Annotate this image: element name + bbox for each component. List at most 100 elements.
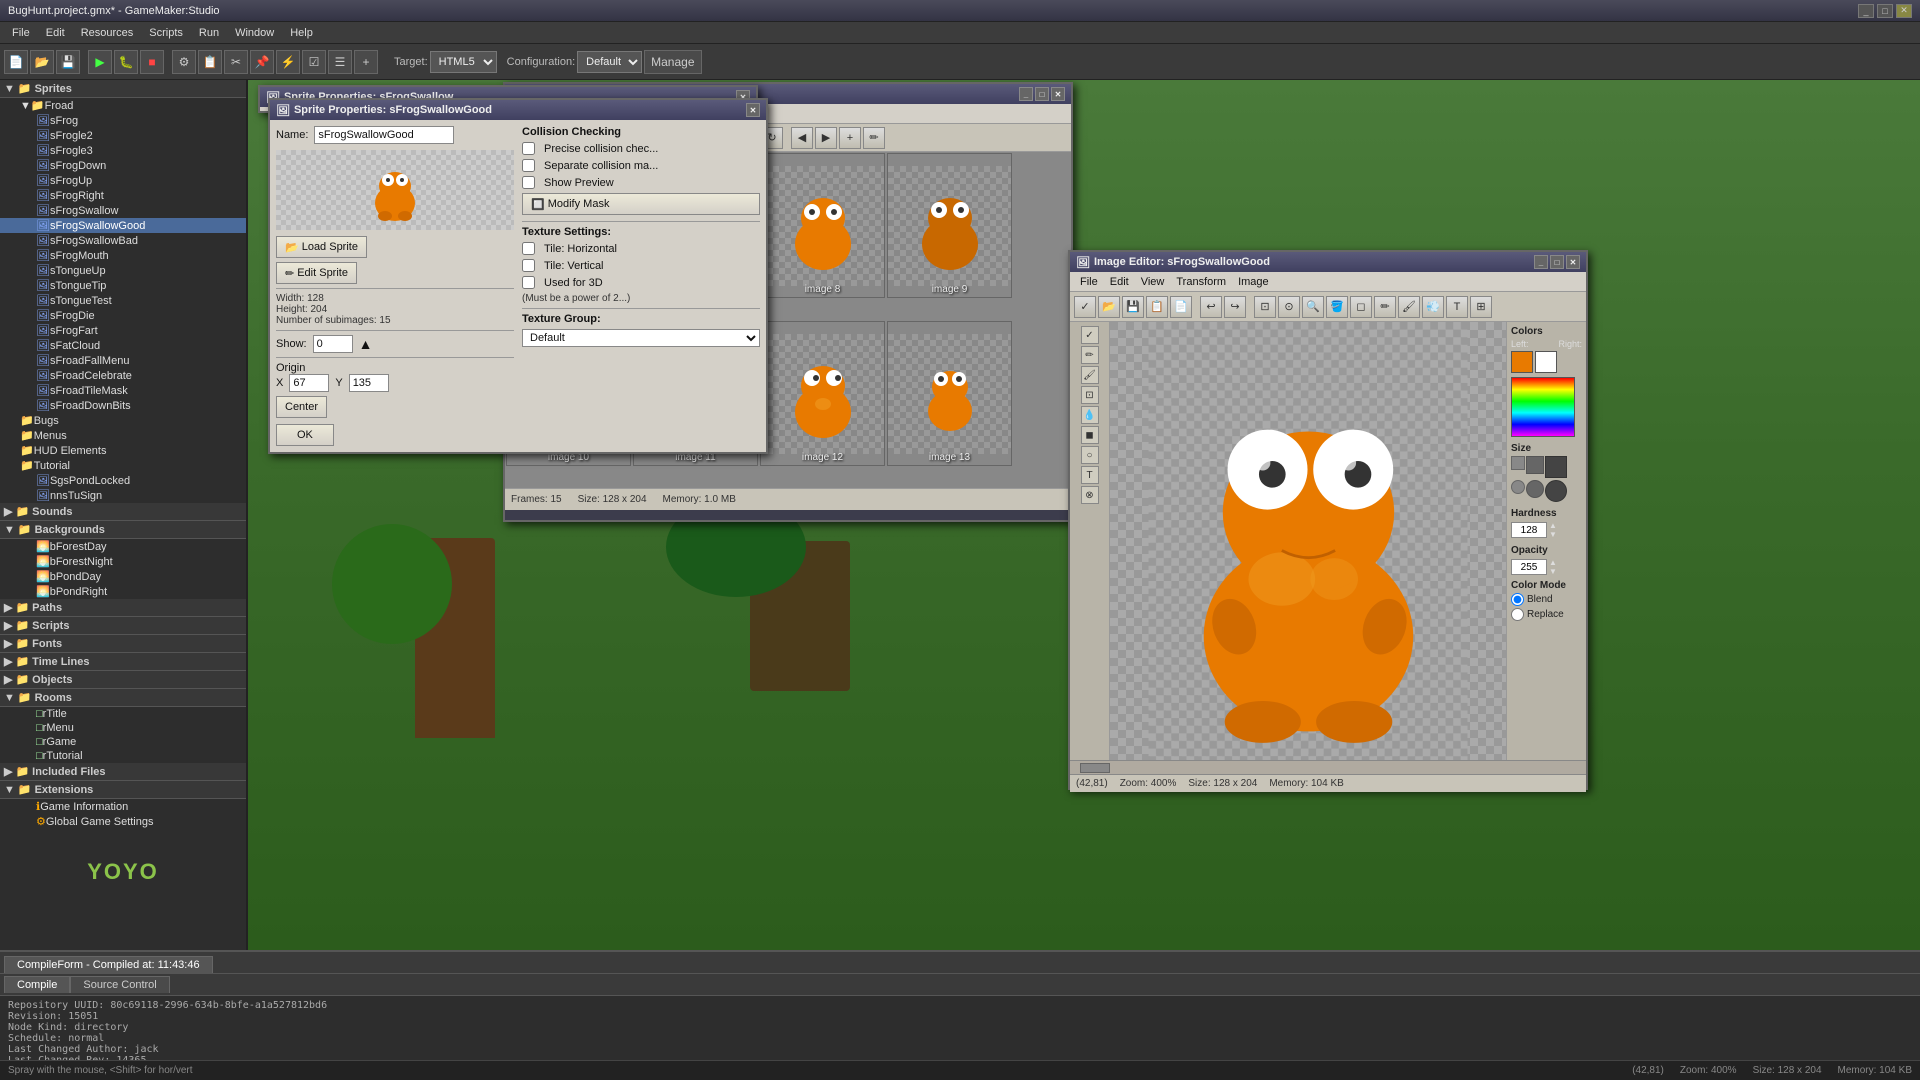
tree-globalgame[interactable]: ⚙ Global Game Settings	[0, 814, 246, 829]
ie-min[interactable]: _	[1534, 255, 1548, 269]
target-select[interactable]: HTML5	[430, 51, 497, 73]
sp-inner-close[interactable]: ✕	[746, 103, 760, 117]
ie-menu-file[interactable]: File	[1074, 275, 1104, 289]
save-btn[interactable]: 💾	[56, 50, 80, 74]
load-sprite-btn[interactable]: 📂 Load Sprite	[276, 236, 367, 258]
image-editor-canvas[interactable]	[1110, 322, 1506, 760]
tree-bpondday[interactable]: 🌅 bPondDay	[0, 569, 246, 584]
tree-bpondright[interactable]: 🌅 bPondRight	[0, 584, 246, 599]
tree-rtutorial[interactable]: □ rTutorial	[0, 749, 246, 763]
size-circle-lg[interactable]	[1545, 480, 1567, 502]
tree-sfrogfart[interactable]: 🖼 sFrogFart	[0, 323, 246, 338]
menu-file[interactable]: File	[4, 25, 38, 41]
se-close[interactable]: ✕	[1051, 87, 1065, 101]
minimize-btn[interactable]: _	[1858, 4, 1874, 18]
ie-tool-zoom[interactable]: 🔍	[1302, 296, 1324, 318]
modify-mask-btn[interactable]: 🔲 Modify Mask	[522, 193, 760, 215]
tree-sfrogswallow[interactable]: 🖼 sFrogSwallow	[0, 203, 246, 218]
ie-left-tool-3[interactable]: 🖌	[1081, 366, 1099, 384]
edit-sprite-btn[interactable]: ✏ Edit Sprite	[276, 262, 357, 284]
ie-tool-fill[interactable]: 🪣	[1326, 296, 1348, 318]
tree-sfrogright[interactable]: 🖼 sFrogRight	[0, 188, 246, 203]
se-tool-edit[interactable]: ✏	[863, 127, 885, 149]
ie-left-tool-4[interactable]: ⊡	[1081, 386, 1099, 404]
ie-menu-transform[interactable]: Transform	[1170, 275, 1232, 289]
sprite-frame-6[interactable]: image 12	[760, 321, 885, 466]
tree-stongueup[interactable]: 🖼 sTongueUp	[0, 263, 246, 278]
ie-tool-undo[interactable]: ↩	[1200, 296, 1222, 318]
tree-sfrogswallowgood[interactable]: 🖼 sFrogSwallowGood	[0, 218, 246, 233]
ie-close[interactable]: ✕	[1566, 255, 1580, 269]
menu-scripts[interactable]: Scripts	[141, 25, 191, 41]
ie-left-tool-8[interactable]: T	[1081, 466, 1099, 484]
ie-left-tool-1[interactable]: ✓	[1081, 326, 1099, 344]
origin-y-input[interactable]	[349, 374, 389, 392]
sprite-frame-3[interactable]: image 9	[887, 153, 1012, 298]
hardness-input[interactable]	[1511, 522, 1547, 538]
ok-btn[interactable]: OK	[276, 424, 334, 446]
ie-tool-grid[interactable]: ⊞	[1470, 296, 1492, 318]
scrollbar-thumb[interactable]	[1080, 763, 1110, 773]
tree-sfrogmouth[interactable]: 🖼 sFrogMouth	[0, 248, 246, 263]
ie-left-tool-6[interactable]: ◼	[1081, 426, 1099, 444]
tree-sfrog[interactable]: 🖼 sFrog	[0, 113, 246, 128]
tree-menus[interactable]: 📁 Menus	[0, 428, 246, 443]
ie-left-tool-5[interactable]: 💧	[1081, 406, 1099, 424]
tree-rmenu[interactable]: □ rMenu	[0, 721, 246, 735]
sprite-props-inner-titlebar[interactable]: 🖼 Sprite Properties: sFrogSwallowGood ✕	[270, 100, 766, 120]
size-circle-md[interactable]	[1526, 480, 1544, 498]
tool6[interactable]: ☑	[302, 50, 326, 74]
blend-radio[interactable]	[1511, 593, 1524, 606]
tool7[interactable]: ☰	[328, 50, 352, 74]
tree-nnstusign[interactable]: 🖼 nnsTuSign	[0, 488, 246, 503]
hardness-down[interactable]: ▼	[1549, 530, 1557, 539]
sprite-frame-7[interactable]: image 13	[887, 321, 1012, 466]
show-spin-up[interactable]: ▲	[359, 336, 373, 352]
se-min[interactable]: _	[1019, 87, 1033, 101]
open-btn[interactable]: 📂	[30, 50, 54, 74]
center-btn[interactable]: Center	[276, 396, 327, 418]
tree-rtitle[interactable]: □ rTitle	[0, 707, 246, 721]
tool1[interactable]: ⚙	[172, 50, 196, 74]
separate-checkbox[interactable]	[522, 159, 535, 172]
tree-sfdownbits[interactable]: 🖼 sFroadDownBits	[0, 398, 246, 413]
hardness-up[interactable]: ▲	[1549, 521, 1557, 530]
se-tool-prev[interactable]: ◀	[791, 127, 813, 149]
tool3[interactable]: ✂	[224, 50, 248, 74]
sprites-group[interactable]: ▼ 📁 Sprites	[0, 80, 246, 98]
tab-source-control[interactable]: Source Control	[70, 976, 169, 993]
rooms-group[interactable]: ▼ 📁 Rooms	[0, 689, 246, 707]
tree-rgame[interactable]: □ rGame	[0, 735, 246, 749]
tree-sfcelebrate[interactable]: 🖼 sFroadCelebrate	[0, 368, 246, 383]
tree-sfatcloud[interactable]: 🖼 sFatCloud	[0, 338, 246, 353]
tree-sfrogle3[interactable]: 🖼 sFrogle3	[0, 143, 246, 158]
tree-stonguetip[interactable]: 🖼 sTongueTip	[0, 278, 246, 293]
sounds-group[interactable]: ▶ 📁 Sounds	[0, 503, 246, 521]
menu-help[interactable]: Help	[282, 25, 321, 41]
tree-hud[interactable]: 📁 HUD Elements	[0, 443, 246, 458]
menu-window[interactable]: Window	[227, 25, 282, 41]
debug-btn[interactable]: 🐛	[114, 50, 138, 74]
paths-group[interactable]: ▶ 📁 Paths	[0, 599, 246, 617]
ie-tool-copy[interactable]: 📋	[1146, 296, 1168, 318]
right-color-swatch[interactable]	[1535, 351, 1557, 373]
menu-resources[interactable]: Resources	[73, 25, 142, 41]
tree-sfrogdown[interactable]: 🖼 sFrogDown	[0, 158, 246, 173]
replace-radio[interactable]	[1511, 608, 1524, 621]
tile-vert-checkbox[interactable]	[522, 259, 535, 272]
ie-tool-spray[interactable]: 💨	[1422, 296, 1444, 318]
se-max[interactable]: □	[1035, 87, 1049, 101]
opacity-down[interactable]: ▼	[1549, 567, 1557, 576]
ie-tool-text[interactable]: T	[1446, 296, 1468, 318]
scripts-group[interactable]: ▶ 📁 Scripts	[0, 617, 246, 635]
ie-max[interactable]: □	[1550, 255, 1564, 269]
ie-menu-image[interactable]: Image	[1232, 275, 1275, 289]
opacity-up[interactable]: ▲	[1549, 558, 1557, 567]
image-editor-titlebar[interactable]: 🖼 Image Editor: sFrogSwallowGood _ □ ✕	[1070, 252, 1586, 272]
ie-menu-view[interactable]: View	[1135, 275, 1171, 289]
manage-btn[interactable]: Manage	[644, 50, 701, 74]
tree-tutorial[interactable]: 📁 Tutorial	[0, 458, 246, 473]
objects-group[interactable]: ▶ 📁 Objects	[0, 671, 246, 689]
ie-tool-brush[interactable]: 🖌	[1398, 296, 1420, 318]
ie-menu-edit[interactable]: Edit	[1104, 275, 1135, 289]
